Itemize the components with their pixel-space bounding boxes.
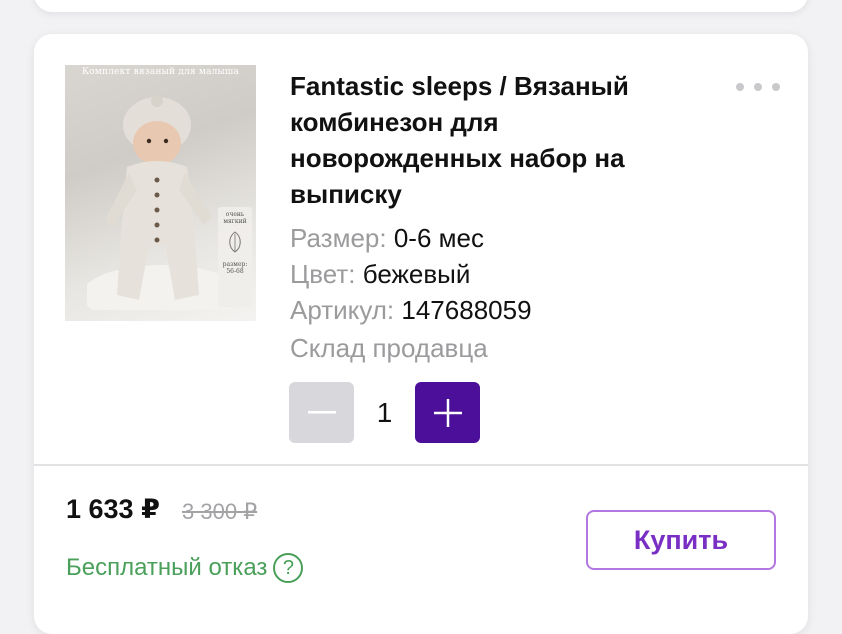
warehouse-label: Склад продавца <box>290 333 488 363</box>
product-sku: Артикул: 147688059 <box>290 294 532 326</box>
leaf-icon <box>229 231 241 253</box>
product-image-caption: Комплект вязаный для малыша <box>81 67 240 77</box>
free-cancel-info: Бесплатный отказ ? <box>66 553 304 583</box>
color-label: Цвет: <box>290 259 356 289</box>
previous-cart-item-card <box>34 0 808 12</box>
product-title[interactable]: Fantastic sleeps / Вязаный комбинезон дл… <box>290 68 710 212</box>
product-image-badges: очень мягкий размер: 56-68 <box>218 207 252 307</box>
size-label: Размер: <box>290 223 387 253</box>
product-color: Цвет: бежевый <box>290 258 470 290</box>
badge-size-label: размер: 56-68 <box>222 261 248 275</box>
product-photo-illustration <box>87 95 237 310</box>
size-value: 0-6 мес <box>393 223 484 253</box>
current-price: 1 633 ₽ <box>66 494 160 524</box>
quantity-decrease-button[interactable] <box>289 382 354 443</box>
free-cancel-label: Бесплатный отказ <box>66 554 268 581</box>
product-image[interactable]: Комплект вязаный для малыша очень мягкий <box>65 65 256 321</box>
product-warehouse: Склад продавца <box>290 332 488 364</box>
quantity-value: 1 <box>376 397 393 428</box>
color-value: бежевый <box>362 259 471 289</box>
plus-icon <box>433 398 462 427</box>
dot <box>754 83 762 91</box>
sku-value: 147688059 <box>401 295 532 325</box>
dot <box>772 83 780 91</box>
help-icon[interactable]: ? <box>273 553 304 583</box>
sku-label: Артикул: <box>290 295 395 325</box>
badge-soft-label: очень мягкий <box>223 211 247 225</box>
product-size: Размер: 0-6 мес <box>290 222 484 254</box>
quantity-increase-button[interactable] <box>415 382 480 443</box>
cart-item-card: Комплект вязаный для малыша очень мягкий <box>34 34 808 634</box>
minus-icon <box>307 410 336 413</box>
old-price: 3 300 ₽ <box>182 499 258 524</box>
card-divider <box>34 464 808 466</box>
dot <box>736 83 744 91</box>
buy-button[interactable]: Купить <box>586 510 776 570</box>
more-dots-icon[interactable] <box>736 82 780 92</box>
